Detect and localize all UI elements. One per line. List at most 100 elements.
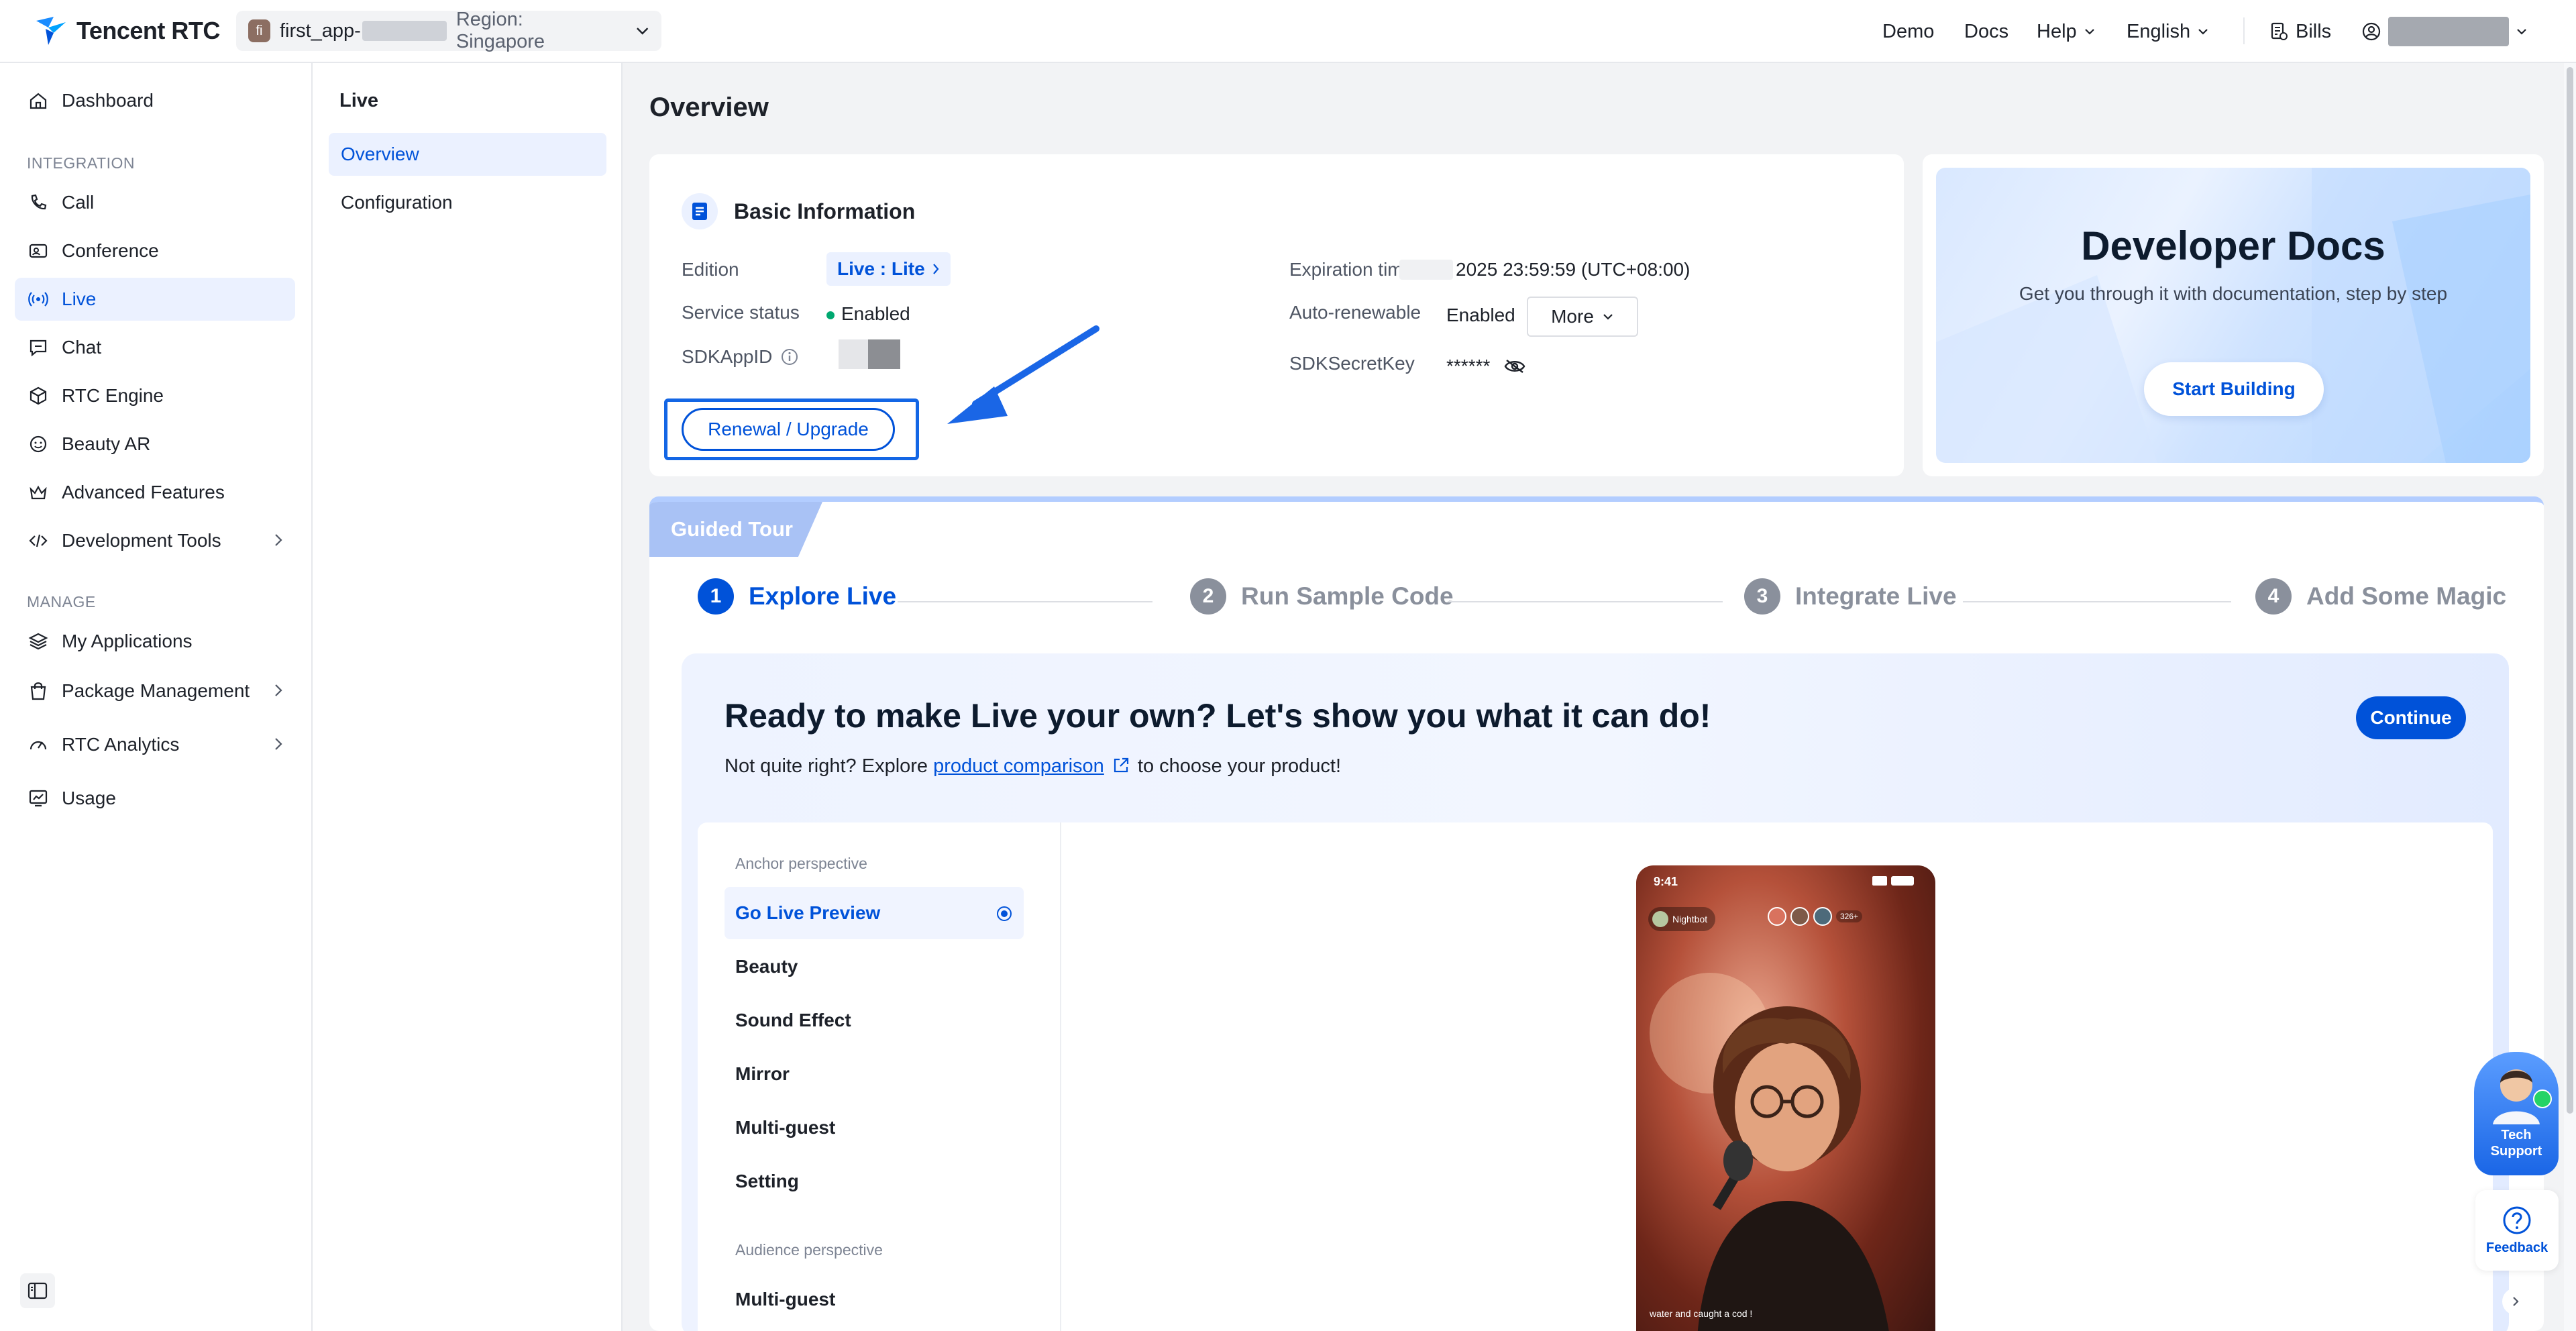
anchor-perspective-label: Anchor perspective (735, 855, 867, 872)
sidebar-item-live[interactable]: Live (15, 278, 295, 321)
explore-live-panel: Ready to make Live your own? Let's show … (682, 653, 2509, 1331)
logo[interactable]: Tencent RTC (34, 12, 220, 50)
basic-info-title: Basic Information (734, 199, 916, 223)
step-run-sample-code[interactable]: 2 Run Sample Code (1190, 578, 1454, 615)
demo-item-label: Multi-guest (735, 1117, 836, 1138)
app-switcher[interactable]: fi first_app- Region: Singapore (236, 9, 661, 52)
nav-bills[interactable]: Bills (2269, 0, 2331, 63)
sidebar-item-conference[interactable]: Conference (15, 229, 295, 272)
sidebar-item-development-tools[interactable]: Development Tools (15, 519, 295, 562)
sidebar-item-label: Call (62, 192, 95, 213)
hero-subtitle-pre: Not quite right? Explore (724, 755, 934, 777)
tech-support-button[interactable]: Tech Support (2474, 1052, 2559, 1175)
demo-item-label: Beauty (735, 956, 798, 977)
step-number: 2 (1190, 578, 1226, 615)
nav-demo[interactable]: Demo (1882, 0, 1934, 63)
expiration-label: Expiration time (1289, 259, 1414, 280)
feedback-label: Feedback (2485, 1240, 2548, 1255)
subnav-item-overview[interactable]: Overview (329, 133, 606, 176)
page-scrollbar-thumb[interactable] (2567, 67, 2573, 1114)
masked-app-suffix (362, 21, 447, 41)
service-status-text: Enabled (841, 303, 910, 324)
sidebar-item-call[interactable]: Call (15, 181, 295, 224)
gauge-icon (30, 741, 47, 750)
subnav-item-label: Overview (341, 144, 419, 164)
crown-icon (30, 485, 47, 500)
face-icon (30, 435, 47, 453)
conference-icon (29, 244, 48, 258)
step-label: Run Sample Code (1241, 582, 1454, 610)
sidebar-item-dashboard[interactable]: Dashboard (15, 79, 295, 122)
sidebar-item-my-applications[interactable]: My Applications (15, 620, 295, 663)
masked-sdkappid (839, 339, 900, 369)
demo-item-beauty[interactable]: Beauty (724, 941, 1024, 993)
demo-item-sound-effect[interactable]: Sound Effect (724, 994, 1024, 1047)
service-status-label: Service status (682, 302, 800, 323)
account-menu[interactable] (2361, 0, 2528, 63)
sidebar-item-advanced-features[interactable]: Advanced Features (15, 471, 295, 514)
step-add-some-magic[interactable]: 4 Add Some Magic (2255, 578, 2506, 615)
developer-docs-title: Developer Docs (2081, 223, 2385, 268)
host-avatar (1652, 911, 1668, 927)
sidebar-item-chat[interactable]: Chat (15, 326, 295, 369)
auto-renew-label: Auto-renewable (1289, 302, 1421, 323)
step-number: 1 (698, 578, 734, 615)
nav-docs-label: Docs (1964, 20, 2009, 42)
demo-item-mirror[interactable]: Mirror (724, 1048, 1024, 1100)
radio-selected-icon (997, 906, 1012, 921)
step-integrate-live[interactable]: 3 Integrate Live (1744, 578, 1957, 615)
step-number: 4 (2255, 578, 2292, 615)
collapse-sidebar-button[interactable] (20, 1273, 55, 1308)
developer-docs-banner: Developer Docs Get you through it with d… (1936, 168, 2530, 463)
tencent-rtc-logo-icon (36, 17, 66, 45)
sidebar-item-beauty-ar[interactable]: Beauty AR (15, 423, 295, 466)
auto-renew-value: Enabled (1446, 305, 1515, 325)
nav-docs[interactable]: Docs (1964, 0, 2008, 63)
mask-block (868, 339, 900, 369)
nav-bills-label: Bills (2296, 20, 2332, 42)
demo-item-multi-guest[interactable]: Multi-guest (724, 1102, 1024, 1154)
mask-block (839, 339, 868, 369)
more-dropdown[interactable]: More (1527, 297, 1638, 337)
subnav-item-label: Configuration (341, 192, 453, 213)
subnav-item-configuration[interactable]: Configuration (329, 181, 606, 224)
info-icon[interactable] (780, 348, 799, 366)
chat-icon (30, 339, 47, 357)
renewal-upgrade-button[interactable]: Renewal / Upgrade (682, 408, 895, 451)
sidebar-item-label: Package Management (62, 680, 250, 701)
chevron-right-icon (932, 264, 939, 274)
expand-floating-button[interactable] (2502, 1288, 2529, 1315)
chevron-right-icon (2513, 1297, 2519, 1306)
language-selector[interactable]: English (2127, 0, 2209, 63)
sidebar-item-rtc-engine[interactable]: RTC Engine (15, 374, 295, 417)
start-building-button[interactable]: Start Building (2144, 362, 2324, 416)
step-number: 3 (1744, 578, 1780, 615)
continue-button[interactable]: Continue (2356, 696, 2466, 739)
sidebar-item-label: Conference (62, 240, 159, 261)
eye-hidden-icon[interactable] (1503, 358, 1526, 374)
step-explore-live[interactable]: 1 Explore Live (698, 578, 896, 615)
edition-tag[interactable]: Live : Lite (826, 252, 951, 286)
demo-item-audience-multi-guest[interactable]: Multi-guest (724, 1273, 1024, 1326)
region-label: Region: Singapore (455, 9, 545, 52)
product-comparison-link[interactable]: product comparison (933, 755, 1104, 777)
sidebar-item-rtc-analytics[interactable]: RTC Analytics (15, 723, 295, 766)
feedback-button[interactable]: Feedback (2475, 1190, 2559, 1271)
demo-item-label: Mirror (735, 1063, 790, 1084)
sdkappid-label: SDKAppID (682, 346, 799, 368)
code-icon (29, 534, 48, 547)
step-connector (898, 601, 1152, 602)
demo-item-setting[interactable]: Setting (724, 1155, 1024, 1208)
sidebar-item-package-management[interactable]: Package Management (15, 670, 295, 712)
nav-divider (2243, 17, 2245, 44)
app-avatar: fi (248, 19, 270, 42)
logo-text: Tencent RTC (76, 17, 220, 44)
arrow-annotation-icon (947, 325, 1099, 424)
sidebar-item-usage[interactable]: Usage (15, 777, 295, 820)
edition-value: Live : Lite (837, 258, 925, 279)
nav-help[interactable]: Help (2037, 0, 2096, 63)
demo-item-go-live-preview[interactable]: Go Live Preview (724, 887, 1024, 939)
status-dot (826, 311, 835, 319)
viewer-avatars: 326+ (1768, 907, 1863, 926)
nav-demo-label: Demo (1882, 20, 1935, 42)
